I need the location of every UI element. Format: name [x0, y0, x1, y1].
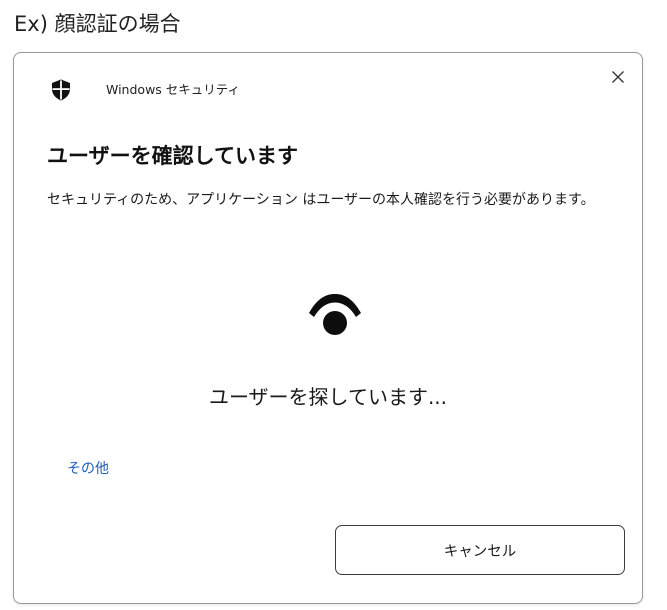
caption-text: Ex) 顔認証の場合: [14, 12, 181, 36]
status-text: ユーザーを探しています...: [208, 385, 448, 409]
dialog-description: セキュリティのため、アプリケーション はユーザーの本人確認を行う必要があります。: [47, 192, 595, 208]
dialog-heading: ユーザーを確認しています: [47, 144, 298, 168]
cancel-button[interactable]: キャンセル: [335, 525, 625, 575]
eye-icon: [309, 294, 361, 335]
app-title: Windows セキュリティ: [106, 82, 241, 97]
page: Ex) 顔認証の場合 Windows セキュリティ ユーザーを確認しています セ…: [0, 0, 667, 610]
title-bar: Windows セキュリティ: [14, 53, 642, 117]
close-icon: [612, 71, 624, 83]
shield-icon: [52, 79, 70, 101]
close-button[interactable]: [604, 63, 632, 91]
windows-security-dialog: Windows セキュリティ ユーザーを確認しています セキュリティのため、アプ…: [13, 52, 643, 604]
more-options-link[interactable]: その他: [67, 459, 109, 479]
